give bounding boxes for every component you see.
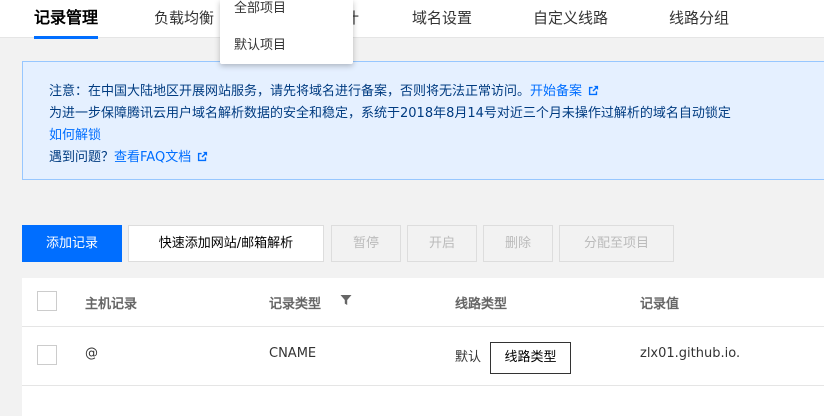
tab-load-balance[interactable]: 负载均衡 bbox=[154, 0, 214, 38]
quick-add-button[interactable]: 快速添加网站/邮箱解析 bbox=[128, 225, 324, 262]
enable-button[interactable]: 开启 bbox=[407, 225, 477, 262]
top-tabs: 记录管理 负载均衡 计 域名设置 自定义线路 线路分组 bbox=[0, 0, 824, 39]
select-all-checkbox[interactable] bbox=[37, 291, 57, 311]
line-type-tooltip: 线路类型 bbox=[490, 342, 571, 374]
header-host: 主机记录 bbox=[85, 297, 138, 312]
pause-button[interactable]: 暂停 bbox=[331, 225, 401, 262]
faq-prompt-text: 遇到问题？ bbox=[49, 150, 115, 165]
notice-banner: 注意：在中国大陆地区开展网站服务，请先将域名进行备案，否则将无法正常访问。开始备… bbox=[22, 61, 824, 180]
header-record-type: 记录类型 bbox=[269, 297, 322, 312]
how-to-unlock-link[interactable]: 如何解锁 bbox=[49, 128, 101, 143]
start-filing-link[interactable]: 开始备案 bbox=[530, 84, 582, 99]
notice-line-unlock: 如何解锁 bbox=[49, 124, 101, 143]
header-line-type: 线路类型 bbox=[455, 297, 508, 312]
dropdown-option-default-project[interactable]: 默认项目 bbox=[234, 34, 286, 53]
records-table: 主机记录 记录类型 线路类型 记录值 @ CNAME 默认 zlx01.gith… bbox=[22, 278, 824, 416]
external-link-icon[interactable] bbox=[588, 85, 599, 96]
notice-line-filing: 注意：在中国大陆地区开展网站服务，请先将域名进行备案，否则将无法正常访问。开始备… bbox=[49, 80, 599, 99]
delete-button[interactable]: 删除 bbox=[483, 225, 553, 262]
cell-record-value: zlx01.github.io. bbox=[640, 346, 741, 361]
tab-custom-lines[interactable]: 自定义线路 bbox=[533, 0, 608, 38]
tab-records[interactable]: 记录管理 bbox=[34, 0, 99, 39]
table-row: @ CNAME 默认 zlx01.github.io. bbox=[22, 327, 824, 386]
cell-record-type: CNAME bbox=[269, 346, 317, 361]
project-dropdown-menu: 全部项目 默认项目 bbox=[220, 0, 353, 64]
notice-line-faq: 遇到问题？查看FAQ文档 bbox=[49, 146, 208, 165]
dropdown-option-all-projects[interactable]: 全部项目 bbox=[234, 0, 286, 16]
cell-host: @ bbox=[85, 346, 98, 361]
tab-domain-settings[interactable]: 域名设置 bbox=[412, 0, 472, 38]
row-checkbox[interactable] bbox=[37, 345, 57, 365]
assign-project-button[interactable]: 分配至项目 bbox=[559, 225, 674, 262]
faq-doc-link[interactable]: 查看FAQ文档 bbox=[114, 150, 191, 165]
tab-line-groups[interactable]: 线路分组 bbox=[669, 0, 729, 38]
notice-line-lock: 为进一步保障腾讯云用户域名解析数据的安全和稳定，系统于2018年8月14号对近三… bbox=[49, 106, 731, 121]
cell-line-type: 默认 bbox=[455, 350, 482, 365]
external-link-icon[interactable] bbox=[197, 151, 208, 162]
header-record-value: 记录值 bbox=[640, 297, 680, 312]
add-record-button[interactable]: 添加记录 bbox=[22, 225, 122, 262]
table-header: 主机记录 记录类型 线路类型 记录值 bbox=[22, 278, 824, 327]
notice-filing-text: 注意：在中国大陆地区开展网站服务，请先将域名进行备案，否则将无法正常访问。 bbox=[49, 84, 531, 99]
filter-icon[interactable] bbox=[340, 294, 352, 306]
